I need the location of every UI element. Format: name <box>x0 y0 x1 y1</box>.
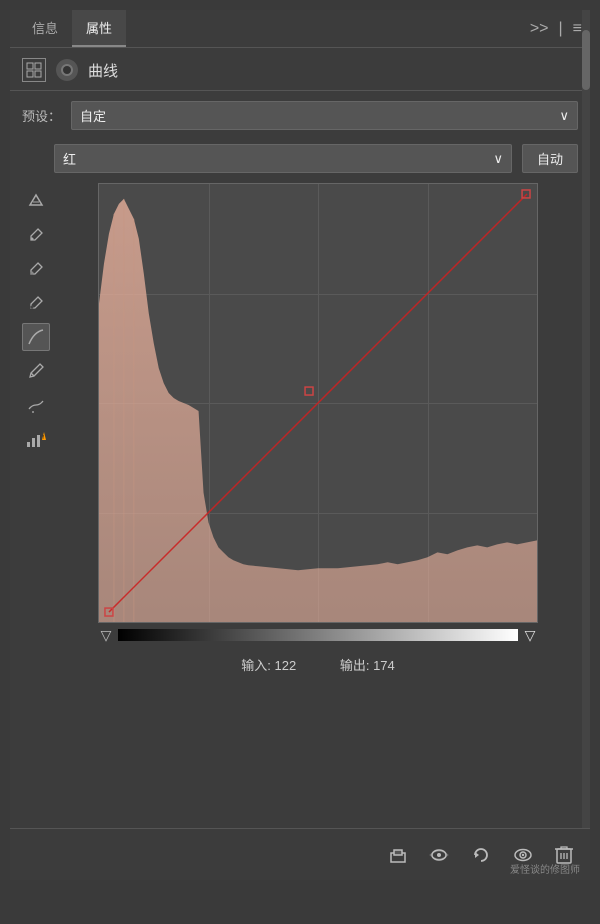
tab-info[interactable]: 信息 <box>18 10 72 47</box>
reset-icon[interactable] <box>470 845 492 865</box>
main-area: ! <box>10 183 590 682</box>
tab-bar-right: >> | ≡ <box>530 20 582 38</box>
preset-label: 预设： <box>22 106 61 125</box>
grid-icon <box>22 58 46 82</box>
gradient-black-triangle[interactable]: ▽ <box>98 627 114 643</box>
input-label: 输入: <box>241 658 271 673</box>
scrollbar[interactable] <box>582 10 590 880</box>
clip-to-layer-icon[interactable] <box>388 845 408 865</box>
pencil-tool[interactable] <box>22 357 50 385</box>
output-label: 输出: <box>340 658 370 673</box>
auto-adjust-tool[interactable] <box>22 187 50 215</box>
preset-value: 自定 <box>80 106 106 125</box>
curve-edit-tool[interactable] <box>22 323 50 351</box>
channel-dropdown[interactable]: 红 ∨ <box>54 144 512 173</box>
tools-column: ! <box>18 183 54 682</box>
output-value: 174 <box>373 658 395 673</box>
auto-button[interactable]: 自动 <box>522 144 578 173</box>
channel-value: 红 <box>63 149 76 168</box>
visibility-circle-icon[interactable] <box>428 845 450 865</box>
watermark: 爱怪谈的修图师 <box>510 861 580 876</box>
gradient-white-triangle[interactable]: ▽ <box>522 627 538 643</box>
eyedropper-gray-tool[interactable] <box>22 255 50 283</box>
bottom-toolbar <box>10 828 590 880</box>
svg-text:!: ! <box>43 435 44 441</box>
panel-title: 曲线 <box>88 60 118 81</box>
preset-dropdown[interactable]: 自定 ∨ <box>71 101 578 130</box>
tab-bar: 信息 属性 >> | ≡ <box>10 10 590 48</box>
io-row: 输入: 122 输出: 174 <box>54 647 582 682</box>
title-row: 曲线 <box>10 48 590 91</box>
expand-icon[interactable]: >> <box>530 20 549 38</box>
tab-properties[interactable]: 属性 <box>72 10 126 47</box>
preset-chevron: ∨ <box>559 108 569 124</box>
eyedropper-black-tool[interactable] <box>22 289 50 317</box>
histogram-warning-tool[interactable]: ! <box>22 425 50 453</box>
scrollbar-thumb[interactable] <box>582 30 590 90</box>
curve-canvas[interactable] <box>98 183 538 623</box>
eyedropper-white-tool[interactable] <box>22 221 50 249</box>
curve-wrap: ▽ ▽ 输入: 122 输出: 174 <box>54 183 582 682</box>
channel-chevron: ∨ <box>493 151 503 167</box>
menu-icon[interactable]: ≡ <box>573 20 582 38</box>
curve-svg <box>99 184 537 622</box>
smooth-tool[interactable] <box>22 391 50 419</box>
channel-row: 红 ∨ 自动 <box>10 140 590 183</box>
ctrl-point-2 <box>305 387 313 395</box>
gradient-bar-wrap: ▽ ▽ <box>98 623 538 647</box>
mask-icon <box>56 59 78 81</box>
gradient-bar <box>118 629 518 641</box>
input-value: 122 <box>274 658 296 673</box>
preset-row: 预设： 自定 ∨ <box>10 91 590 140</box>
